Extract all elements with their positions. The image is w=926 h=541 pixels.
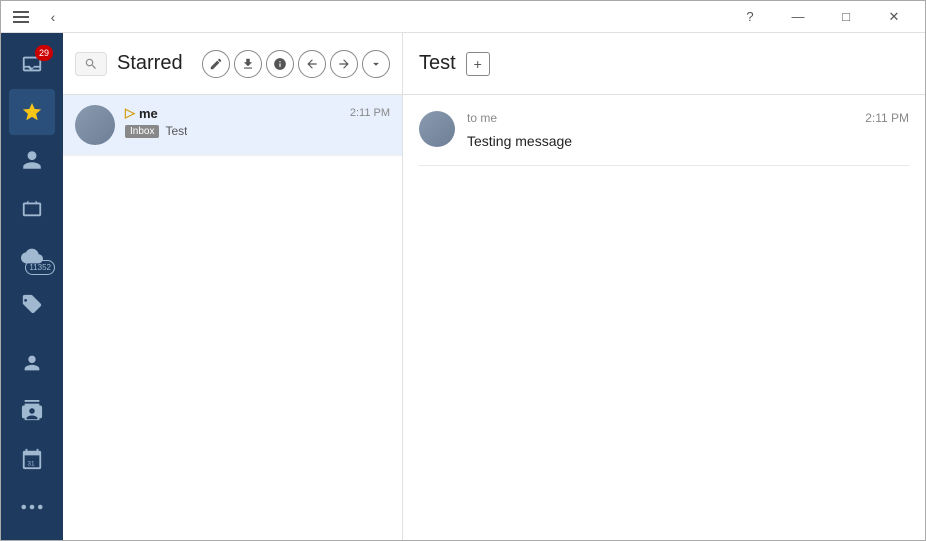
compose-button[interactable]	[202, 50, 230, 78]
detail-content: to me 2:11 PM Testing message	[403, 95, 925, 540]
email-item[interactable]: ▷ me 2:11 PM Inbox Test	[63, 95, 402, 156]
message-avatar	[419, 111, 455, 147]
search-icon	[84, 57, 98, 71]
sidebar-item-contacts[interactable]	[9, 137, 55, 183]
inbox-badge: 29	[35, 45, 53, 61]
sidebar-item-inbox[interactable]: 29	[9, 41, 55, 87]
sidebar-item-more[interactable]	[9, 484, 55, 530]
main-layout: 29	[1, 33, 925, 540]
toolbar-icons	[202, 50, 390, 78]
close-button[interactable]: ✕	[871, 1, 917, 33]
message-item: to me 2:11 PM Testing message	[419, 111, 909, 166]
title-bar-nav: ‹	[39, 3, 67, 31]
title-bar-left: ‹	[9, 3, 67, 31]
sidebar-item-cloud[interactable]: 11352	[9, 233, 55, 279]
sender-name: me	[139, 106, 158, 121]
sidebar-item-tags[interactable]	[9, 281, 55, 327]
contacts-icon	[21, 149, 43, 171]
sidebar-item-calendar[interactable]: 31	[9, 436, 55, 482]
sender-folder-icon: ▷	[125, 105, 135, 121]
minimize-button[interactable]: —	[775, 1, 821, 33]
search-box[interactable]	[75, 52, 107, 76]
avatar	[75, 105, 115, 145]
sidebar-item-person[interactable]	[9, 340, 55, 386]
title-bar: ‹ ? — □ ✕	[1, 1, 925, 33]
email-sender: ▷ me	[125, 105, 158, 121]
sidebar-item-addressbook[interactable]	[9, 388, 55, 434]
menu-icon[interactable]	[9, 7, 33, 27]
sidebar-item-starred[interactable]	[9, 89, 55, 135]
detail-header: Test +	[403, 33, 925, 95]
more-button[interactable]	[362, 50, 390, 78]
download-button[interactable]	[234, 50, 262, 78]
more-icon	[21, 504, 43, 510]
email-header-row: ▷ me 2:11 PM	[125, 105, 390, 121]
email-detail-panel: Test + to me 2:11 PM Testing message	[403, 33, 925, 540]
detail-title: Test	[419, 52, 456, 75]
info-button[interactable]	[266, 50, 294, 78]
email-time: 2:11 PM	[350, 107, 390, 119]
title-bar-controls: ? — □ ✕	[727, 1, 917, 33]
message-to: to me	[467, 111, 497, 125]
inbox-tag: Inbox	[125, 125, 159, 138]
tags-icon	[21, 293, 43, 315]
email-list-header: Starred	[63, 33, 402, 95]
svg-text:31: 31	[27, 460, 35, 467]
calendar-icon: 31	[21, 448, 43, 470]
person-icon	[21, 352, 43, 374]
briefcase-icon	[21, 197, 43, 219]
email-list-panel: Starred	[63, 33, 403, 540]
maximize-button[interactable]: □	[823, 1, 869, 33]
star-icon	[21, 101, 43, 123]
email-content: ▷ me 2:11 PM Inbox Test	[125, 105, 390, 138]
sidebar: 29	[1, 33, 63, 540]
forward-button[interactable]	[330, 50, 358, 78]
main-window: ‹ ? — □ ✕ 29	[0, 0, 926, 541]
sidebar-item-briefcase[interactable]	[9, 185, 55, 231]
back-button[interactable]	[298, 50, 326, 78]
message-text: Testing message	[467, 133, 909, 149]
email-list: ▷ me 2:11 PM Inbox Test	[63, 95, 402, 540]
cloud-badge: 11352	[25, 260, 55, 275]
panel-title: Starred	[117, 52, 192, 75]
add-tab-button[interactable]: +	[466, 52, 490, 76]
addressbook-icon	[21, 400, 43, 422]
message-header: to me 2:11 PM	[467, 111, 909, 125]
message-body: to me 2:11 PM Testing message	[467, 111, 909, 149]
help-button[interactable]: ?	[727, 1, 773, 33]
email-subject: Test	[165, 124, 187, 138]
email-subject-row: Inbox Test	[125, 124, 390, 138]
message-time: 2:11 PM	[865, 111, 909, 125]
back-nav-button[interactable]: ‹	[39, 3, 67, 31]
